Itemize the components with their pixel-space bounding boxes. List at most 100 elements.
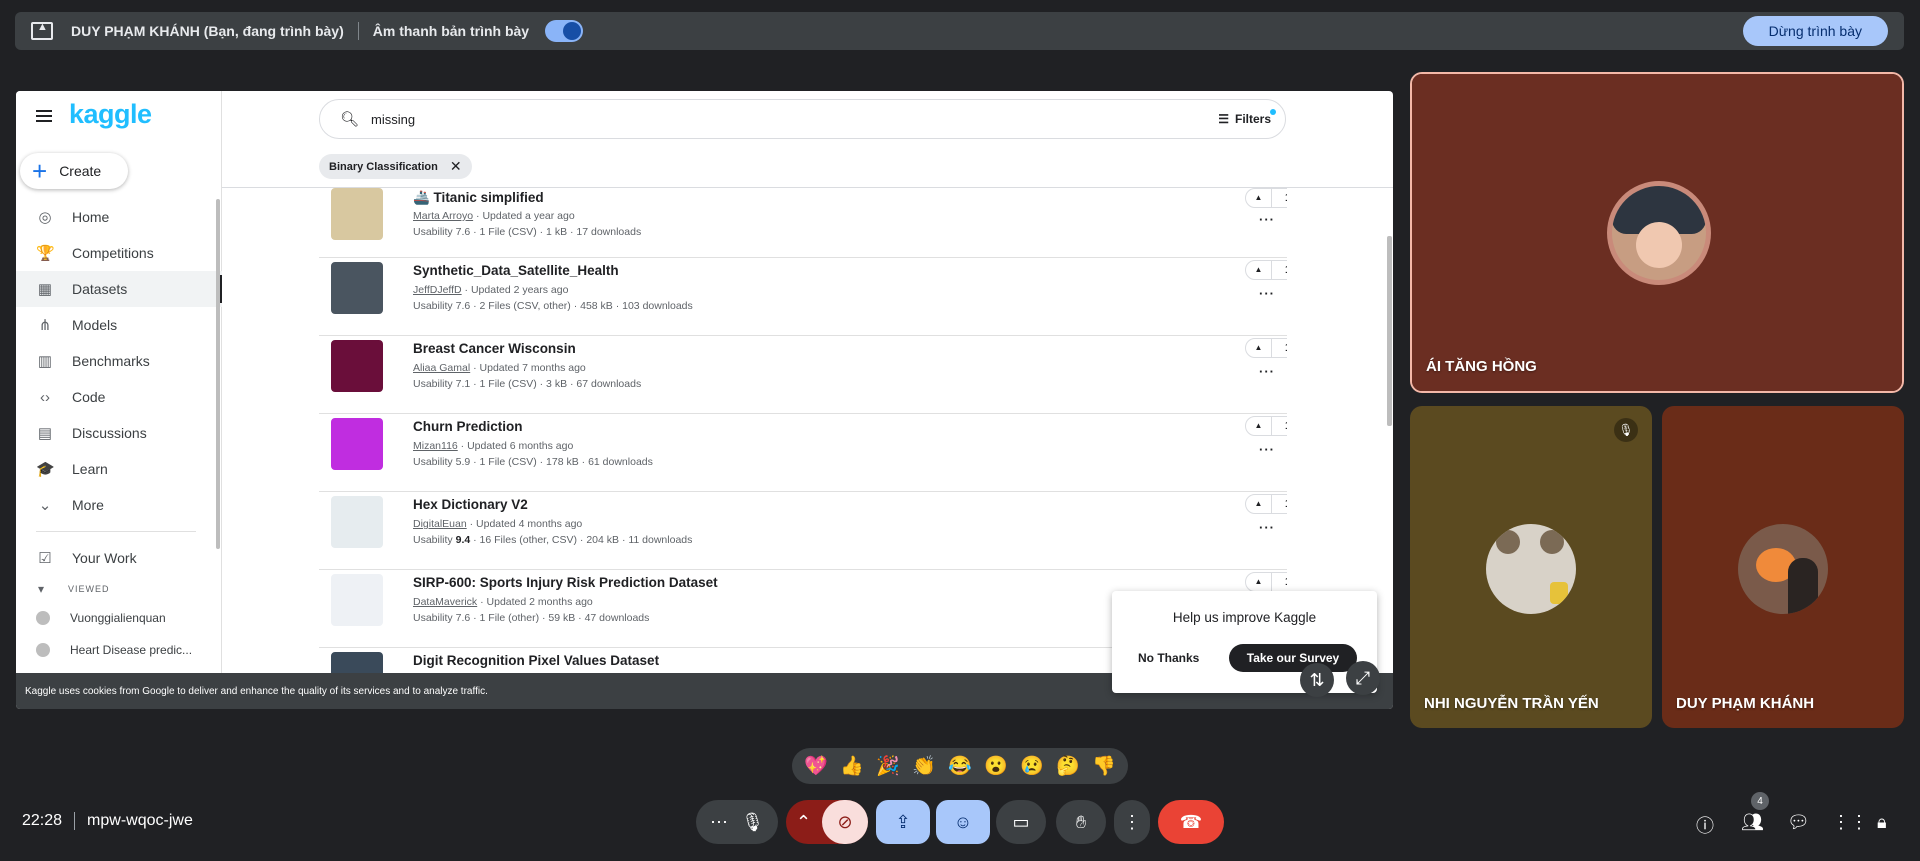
table-icon: ▦	[37, 281, 53, 298]
dataset-title[interactable]: SIRP-600: Sports Injury Risk Prediction …	[413, 575, 718, 590]
sidebar-item-your-work[interactable]: ☑ Your Work	[16, 540, 222, 576]
stop-presenting-button[interactable]: Dừng trình bày	[1742, 16, 1888, 46]
sidebar-item-discussions[interactable]: ▤ Discussions	[16, 415, 222, 451]
leave-call-button[interactable]: ☎︎	[1158, 800, 1224, 844]
reactions-button[interactable]: ☺	[936, 800, 990, 844]
dataset-author[interactable]: Mizan116	[413, 440, 458, 452]
sad-reaction[interactable]: 😢	[1020, 754, 1044, 778]
sidebar-nav: ◎ Home 🏆 Competitions ▦ Datasets ⋔ Models ▥ B…	[16, 199, 222, 666]
menu-icon[interactable]	[36, 110, 52, 122]
activities-icon[interactable]: ⋮⋮	[1832, 812, 1868, 833]
dataset-author[interactable]: Marta Arroyo	[413, 210, 473, 222]
sidebar-item-code[interactable]: ‹› Code	[16, 379, 222, 415]
viewed-heading[interactable]: VIEWED	[16, 576, 222, 602]
thumbs-down-reaction[interactable]: 👎	[1092, 754, 1116, 778]
more-options-button[interactable]: ⋮	[1114, 800, 1150, 844]
dataset-author[interactable]: JeffDJeffD	[413, 284, 462, 296]
presentation-audio-toggle[interactable]	[545, 20, 584, 42]
thinking-reaction[interactable]: 🤔	[1056, 754, 1080, 778]
dataset-meta: Mizan116 · Updated 6 months ago	[413, 440, 573, 452]
sidebar-item-competitions[interactable]: 🏆 Competitions	[16, 235, 222, 271]
sidebar-item-more[interactable]: ⌄ More	[16, 487, 222, 523]
dataset-title[interactable]: Churn Prediction	[413, 419, 523, 434]
usability-label: Usability	[413, 300, 456, 312]
clap-reaction[interactable]: 👏	[912, 754, 936, 778]
sidebar-item-label: Models	[72, 317, 118, 333]
sidebar-item-benchmarks[interactable]: ▥ Benchmarks	[16, 343, 222, 379]
create-button[interactable]: + Create	[20, 153, 128, 189]
participant-tile[interactable]: ÁI TĂNG HỒNG	[1410, 72, 1904, 393]
participant-tile[interactable]: DUY PHẠM KHÁNH	[1662, 406, 1904, 728]
more-options-icon[interactable]: ···	[1259, 520, 1275, 535]
dataset-row[interactable]: Breast Cancer Wisconsin Aliaa Gamal · Up…	[319, 336, 1287, 414]
host-controls-icon[interactable]: 🔒︎	[1877, 812, 1887, 833]
filter-chip[interactable]: Binary Classification ✕	[319, 154, 472, 179]
dataset-meta: Marta Arroyo · Updated a year ago	[413, 210, 575, 222]
sidebar-item-home[interactable]: ◎ Home	[16, 199, 222, 235]
upvote-button[interactable]: ▲1	[1245, 338, 1287, 358]
dataset-title[interactable]: Hex Dictionary V2	[413, 497, 528, 512]
dataset-title[interactable]: Synthetic_Data_Satellite_Health	[413, 263, 619, 278]
swap-layout-icon[interactable]: ⇅	[1300, 663, 1334, 697]
dataset-title[interactable]: Breast Cancer Wisconsin	[413, 341, 576, 356]
surprised-reaction[interactable]: 😮	[984, 754, 1008, 778]
no-thanks-button[interactable]: No Thanks	[1138, 651, 1199, 665]
party-reaction[interactable]: 🎉	[876, 754, 900, 778]
captions-button[interactable]: ▭	[996, 800, 1046, 844]
presenting-bar: DUY PHẠM KHÁNH (Bạn, đang trình bày) Âm …	[15, 12, 1904, 50]
search-input[interactable]: missing	[371, 112, 415, 127]
usability-label: Usability	[413, 456, 456, 468]
close-icon[interactable]: ✕	[450, 158, 462, 175]
upvote-button[interactable]: ▲1	[1245, 572, 1287, 592]
dataset-author[interactable]: DataMaverick	[413, 596, 477, 608]
viewed-item[interactable]: Vuonggialienquan	[16, 602, 222, 634]
sidebar-item-models[interactable]: ⋔ Models	[16, 307, 222, 343]
dataset-row[interactable]: 🚢 Titanic simplified Marta Arroyo · Upda…	[319, 188, 1287, 258]
upvote-button[interactable]: ▲1	[1245, 416, 1287, 436]
chat-icon[interactable]: 💬︎	[1787, 812, 1810, 833]
vote-count: 1	[1272, 417, 1287, 435]
heart-reaction[interactable]: 💖	[804, 754, 828, 778]
present-screen-button[interactable]: ⇪	[876, 800, 930, 844]
viewed-item-label: Vuonggialienquan	[70, 611, 166, 625]
people-icon[interactable]: 👥︎	[1741, 812, 1764, 833]
more-options-icon[interactable]: ···	[1259, 442, 1275, 457]
info-icon[interactable]: ⓘ	[1696, 812, 1714, 838]
dataset-title[interactable]: Digit Recognition Pixel Values Dataset	[413, 653, 659, 668]
face-shape	[1636, 222, 1682, 268]
raise-hand-button[interactable]: ✋︎	[1056, 800, 1106, 844]
sidebar-item-datasets[interactable]: ▦ Datasets	[16, 271, 222, 307]
more-options-icon[interactable]: ···	[1259, 364, 1275, 379]
laugh-reaction[interactable]: 😂	[948, 754, 972, 778]
dataset-author[interactable]: Aliaa Gamal	[413, 362, 470, 374]
vote-count: 1	[1272, 573, 1287, 591]
results-scrollbar[interactable]	[1387, 236, 1392, 426]
take-survey-button[interactable]: Take our Survey	[1229, 644, 1357, 672]
dataset-row[interactable]: Synthetic_Data_Satellite_Health JeffDJef…	[319, 258, 1287, 336]
dataset-meta: DigitalEuan · Updated 4 months ago	[413, 518, 582, 530]
upvote-button[interactable]: ▲1	[1245, 494, 1287, 514]
sidebar-item-learn[interactable]: 🎓 Learn	[16, 451, 222, 487]
search-bar[interactable]: 🔍︎ missing ☰ Filters	[319, 99, 1286, 139]
thumbs-up-reaction[interactable]: 👍	[840, 754, 864, 778]
more-options-icon[interactable]: ···	[1259, 212, 1275, 227]
more-options-icon[interactable]: ···	[1259, 286, 1275, 301]
upvote-button[interactable]: ▲1	[1245, 260, 1287, 280]
participant-tile[interactable]: 🎙︎ NHI NGUYỄN TRẦN YẾN	[1410, 406, 1652, 728]
dataset-author[interactable]: DigitalEuan	[413, 518, 467, 530]
sidebar-item-label: More	[72, 497, 104, 513]
camera-off-button[interactable]: ⊘	[822, 800, 868, 844]
reactions-bar: 💖 👍 🎉 👏 😂 😮 😢 🤔 👎	[792, 748, 1128, 784]
your-work-icon: ☑	[38, 550, 52, 567]
dataset-thumbnail	[331, 418, 383, 470]
upvote-button[interactable]: ▲1	[1245, 188, 1287, 208]
audio-settings-button[interactable]: ⋯ 🎙︎	[696, 800, 778, 844]
fullscreen-icon[interactable]: ⤢	[1346, 661, 1380, 695]
dataset-row[interactable]: Churn Prediction Mizan116 · Updated 6 mo…	[319, 414, 1287, 492]
dataset-row[interactable]: Hex Dictionary V2 DigitalEuan · Updated …	[319, 492, 1287, 570]
viewed-item[interactable]: Heart Disease predic...	[16, 634, 222, 666]
kaggle-logo[interactable]: kaggle	[69, 99, 152, 130]
dataset-title[interactable]: 🚢 Titanic simplified	[413, 190, 544, 206]
filters-button[interactable]: ☰ Filters	[1218, 109, 1276, 126]
sidebar-scrollbar[interactable]	[216, 199, 220, 549]
